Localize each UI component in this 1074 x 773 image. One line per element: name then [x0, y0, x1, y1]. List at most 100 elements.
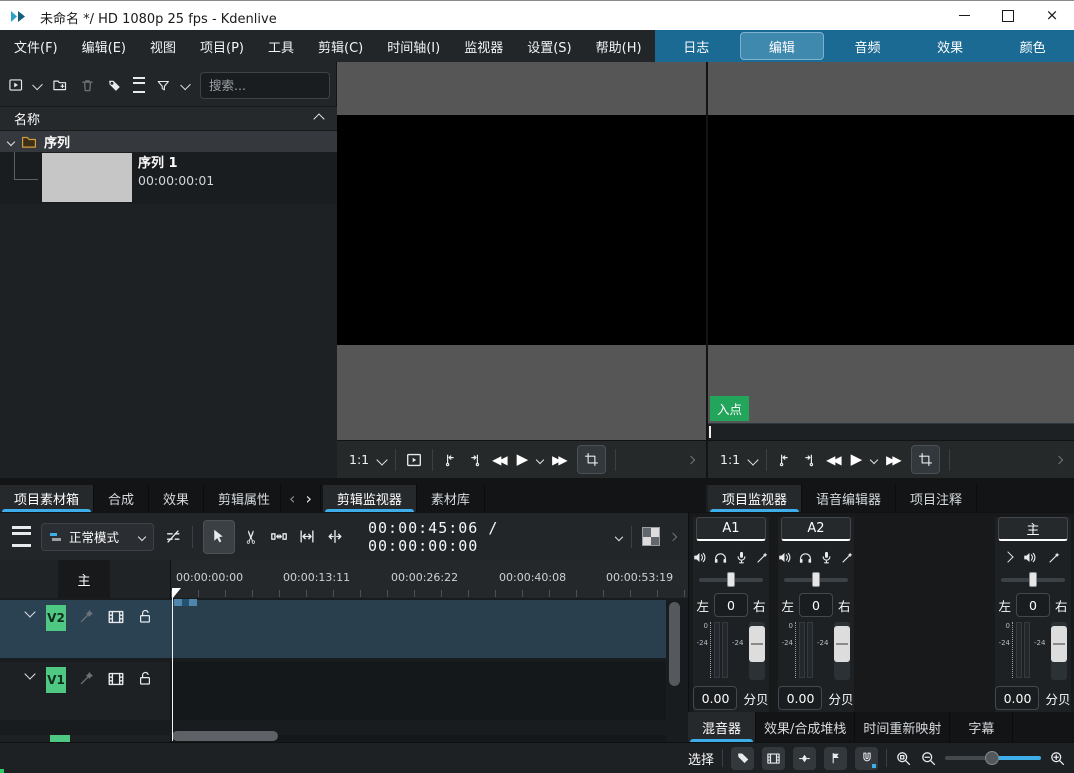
db-spinbox[interactable]: 0.00 — [778, 686, 822, 710]
timeline-menu-icon[interactable] — [12, 526, 31, 547]
zoom-in-icon[interactable] — [1049, 750, 1066, 767]
track-header-v2[interactable]: V2 — [0, 600, 170, 658]
tab-project-bin[interactable]: 项目素材箱 — [0, 485, 94, 512]
set-out-point-icon[interactable] — [801, 452, 817, 468]
workspace-tab-editing[interactable]: 编辑 — [740, 32, 825, 60]
monitor-seek-bar[interactable] — [708, 423, 1074, 441]
play-menu-icon[interactable] — [870, 455, 878, 463]
track-ops-icon[interactable] — [164, 527, 182, 546]
view-list-icon[interactable] — [133, 77, 146, 93]
channel-name-button[interactable]: 主 — [998, 517, 1068, 541]
transparency-icon[interactable] — [642, 527, 660, 546]
show-markers-button[interactable] — [824, 747, 847, 770]
monitor-zoom-menu-icon[interactable] — [376, 454, 387, 465]
collapse-mixer-icon[interactable] — [1002, 551, 1013, 562]
record-mic-icon[interactable] — [734, 550, 749, 565]
set-in-point-icon[interactable] — [776, 452, 792, 468]
timeline-zoom-slider[interactable] — [945, 751, 1041, 765]
selection-tool-button[interactable] — [203, 520, 235, 554]
menu-help[interactable]: 帮助(H) — [596, 37, 642, 56]
tab-effect-stack[interactable]: 效果/合成堆栈 — [756, 712, 855, 742]
timeline-horizontal-scrollbar[interactable] — [172, 731, 278, 741]
minimize-icon[interactable] — [942, 1, 986, 30]
monitor-divider[interactable] — [706, 62, 708, 485]
tab-effects[interactable]: 效果 — [149, 485, 204, 512]
channel-name-button[interactable]: A1 — [696, 517, 766, 541]
menu-settings[interactable]: 设置(S) — [527, 37, 571, 56]
tab-scroll-next-icon[interactable]: › — [305, 489, 311, 508]
track-header-partial[interactable] — [0, 735, 170, 742]
rewind-icon[interactable]: ◀◀ — [492, 454, 507, 466]
track-body-v2[interactable] — [170, 600, 666, 658]
menu-view[interactable]: 视图 — [150, 37, 176, 56]
fast-forward-icon[interactable]: ▶▶ — [886, 454, 901, 466]
balance-slider[interactable] — [1001, 572, 1065, 587]
show-thumbnails-button[interactable] — [762, 747, 785, 770]
toolbar-overflow-icon[interactable] — [1055, 455, 1063, 463]
close-icon[interactable]: × — [1030, 1, 1074, 30]
track-name-badge[interactable]: V2 — [46, 605, 66, 631]
filter-icon[interactable] — [156, 77, 171, 94]
play-icon[interactable]: ▶ — [851, 452, 863, 467]
new-folder-icon[interactable] — [52, 76, 67, 94]
snap-magnet-button[interactable] — [855, 747, 878, 770]
workspace-tab-effects[interactable]: 效果 — [909, 30, 992, 62]
maximize-icon[interactable] — [986, 1, 1030, 30]
workspace-tab-audio[interactable]: 音频 — [826, 30, 909, 62]
tab-clip-monitor[interactable]: 剪辑监视器 — [323, 485, 417, 512]
balance-spinbox[interactable]: 0 — [714, 593, 748, 617]
volume-fader[interactable] — [749, 622, 765, 680]
set-in-point-icon[interactable] — [442, 452, 458, 468]
tab-compositions[interactable]: 合成 — [94, 485, 149, 512]
monitor-zoom-select[interactable]: 1:1 — [720, 452, 740, 467]
tab-subtitles[interactable]: 字幕 — [950, 712, 1013, 742]
title-bar[interactable]: 未命名 */ HD 1080p 25 fps - Kdenlive × — [0, 0, 1074, 30]
ripple-tool-icon[interactable] — [298, 527, 316, 546]
collapse-track-icon[interactable] — [24, 668, 35, 679]
tab-library[interactable]: 素材库 — [417, 485, 485, 512]
toolbar-overflow-icon[interactable] — [687, 455, 695, 463]
headphones-icon[interactable] — [713, 550, 728, 565]
volume-fader[interactable] — [1051, 622, 1067, 680]
mute-speaker-icon[interactable] — [692, 550, 707, 565]
fast-forward-icon[interactable]: ▶▶ — [552, 454, 567, 466]
add-clip-menu-icon[interactable] — [33, 80, 44, 91]
collapse-track-icon[interactable] — [24, 606, 35, 617]
slip-tool-icon[interactable] — [326, 527, 344, 546]
zoom-fit-icon[interactable] — [895, 750, 912, 767]
workspace-tab-color[interactable]: 颜色 — [991, 30, 1074, 62]
mute-speaker-icon[interactable] — [777, 550, 792, 565]
collapse-header-icon[interactable] — [313, 113, 324, 124]
tab-clip-properties[interactable]: 剪辑属性 — [204, 485, 281, 512]
timecode-display[interactable]: 00:00:45:06 / 00:00:00:00 — [368, 519, 606, 555]
menu-file[interactable]: 文件(F) — [14, 37, 58, 56]
bin-name-header[interactable]: 名称 — [0, 106, 337, 131]
effects-wand-icon[interactable] — [755, 550, 770, 565]
track-body-v1[interactable] — [170, 662, 666, 720]
monitor-zoom-menu-icon[interactable] — [747, 454, 758, 465]
filter-menu-icon[interactable] — [180, 80, 191, 91]
menu-tools[interactable]: 工具 — [268, 37, 294, 56]
channel-name-button[interactable]: A2 — [781, 517, 851, 541]
clip-thumbnail[interactable] — [42, 153, 132, 202]
toolbar-overflow-icon[interactable] — [669, 532, 677, 540]
sequence-tab-master[interactable]: 主 — [58, 560, 110, 598]
effects-wand-icon[interactable] — [840, 550, 855, 565]
razor-tool-icon[interactable]: ✂ — [243, 529, 261, 544]
set-out-point-icon[interactable] — [467, 452, 483, 468]
track-header-v1[interactable]: V1 — [0, 662, 170, 720]
tab-scroll-prev-icon[interactable]: ‹ — [289, 489, 295, 508]
balance-slider[interactable] — [784, 572, 848, 587]
play-menu-icon[interactable] — [536, 455, 544, 463]
timeline-ruler[interactable]: 00:00:00:00 00:00:13:11 00:00:26:22 00:0… — [170, 560, 688, 598]
lock-icon[interactable] — [137, 670, 153, 686]
monitor-overlay-icon[interactable] — [405, 451, 423, 469]
folder-row-sequences[interactable]: 序列 — [0, 131, 337, 152]
show-tags-button[interactable] — [731, 747, 754, 770]
tab-project-monitor[interactable]: 项目监视器 — [708, 485, 802, 512]
menu-project[interactable]: 项目(P) — [200, 37, 244, 56]
menu-monitor[interactable]: 监视器 — [464, 37, 503, 56]
menu-timeline[interactable]: 时间轴(I) — [387, 37, 440, 56]
show-keyframes-button[interactable] — [793, 747, 816, 770]
tab-speech-editor[interactable]: 语音编辑器 — [802, 485, 896, 512]
